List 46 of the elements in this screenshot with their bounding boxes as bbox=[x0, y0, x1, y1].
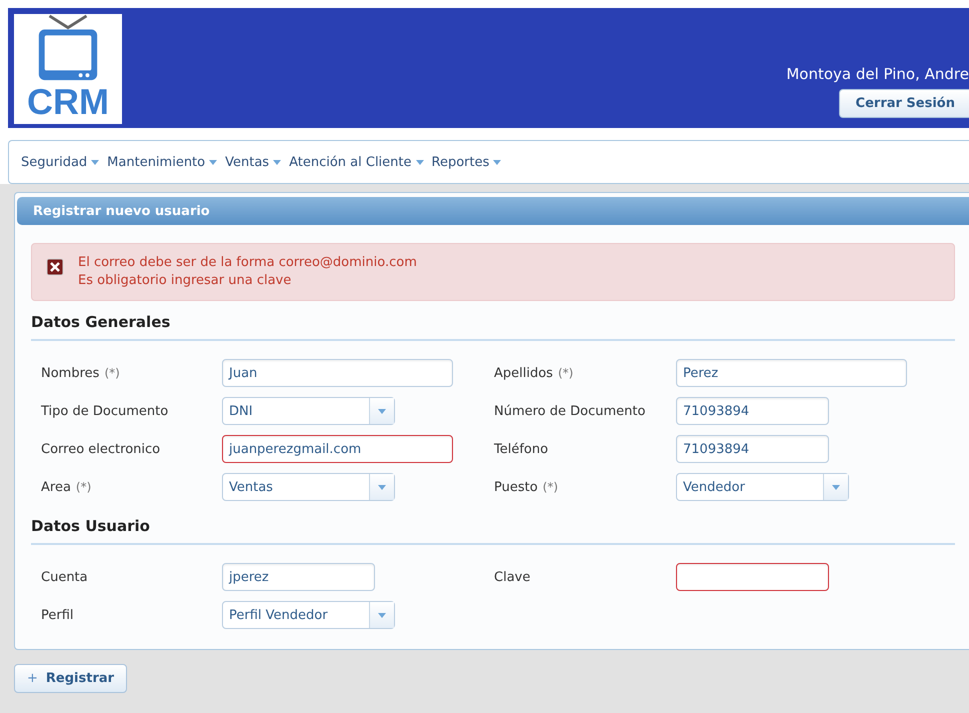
menu-item[interactable]: Ventas bbox=[223, 150, 284, 174]
section-title: Datos Generales bbox=[31, 301, 955, 341]
field-label: Correo electronico bbox=[41, 442, 160, 456]
menu-item[interactable]: Seguridad bbox=[19, 150, 102, 174]
caret-icon bbox=[378, 612, 386, 618]
input-field[interactable]: 71093894 bbox=[676, 397, 829, 425]
field-label: Número de Documento bbox=[494, 404, 646, 418]
caret-icon bbox=[493, 160, 502, 164]
dropdown[interactable]: DNI bbox=[222, 397, 395, 425]
register-button[interactable]: + Registrar bbox=[14, 664, 128, 693]
user-name: Montoya del Pino, Andre bbox=[786, 65, 969, 83]
password-field[interactable] bbox=[676, 563, 829, 591]
error-message: El correo debe ser de la forma correo@dominio.com bbox=[78, 254, 417, 272]
field-label: Perfil bbox=[41, 608, 74, 622]
field-label: Nombres (*) bbox=[41, 366, 120, 380]
menu-item[interactable]: Atención al Cliente bbox=[287, 150, 426, 174]
field-label: Tipo de Documento bbox=[41, 404, 168, 418]
field-label: Teléfono bbox=[494, 442, 548, 456]
input-field[interactable]: Juan bbox=[222, 359, 453, 387]
field-label: Clave bbox=[494, 570, 530, 584]
logout-button[interactable]: Cerrar Sesión bbox=[838, 89, 969, 118]
dropdown[interactable]: Perfil Vendedor bbox=[222, 601, 395, 629]
caret-icon bbox=[378, 484, 386, 490]
input-field[interactable]: 71093894 bbox=[676, 435, 829, 463]
caret-icon bbox=[91, 160, 100, 164]
caret-icon bbox=[273, 160, 282, 164]
caret-icon bbox=[832, 484, 840, 490]
field-label: Apellidos (*) bbox=[494, 366, 574, 380]
dropdown[interactable]: Vendedor bbox=[676, 473, 849, 501]
panel-title: Registrar nuevo usuario bbox=[17, 197, 969, 225]
error-message: Es obligatorio ingresar una clave bbox=[78, 272, 292, 290]
caret-icon bbox=[209, 160, 218, 164]
menu-item[interactable]: Mantenimiento bbox=[105, 150, 220, 174]
section-title: Datos Usuario bbox=[31, 505, 955, 545]
caret-icon bbox=[416, 160, 424, 164]
field-label: Area (*) bbox=[41, 480, 92, 494]
field-label: Puesto (*) bbox=[494, 480, 558, 494]
menu-item[interactable]: Reportes bbox=[430, 150, 504, 174]
error-icon bbox=[46, 258, 64, 276]
caret-icon bbox=[378, 408, 386, 414]
logo-text: CRM bbox=[27, 84, 109, 120]
input-field[interactable]: juanperezgmail.com bbox=[222, 435, 453, 463]
dropdown[interactable]: Ventas bbox=[222, 473, 395, 501]
field-label: Cuenta bbox=[41, 570, 88, 584]
input-field[interactable]: Perez bbox=[676, 359, 907, 387]
input-field[interactable]: jperez bbox=[222, 563, 375, 591]
